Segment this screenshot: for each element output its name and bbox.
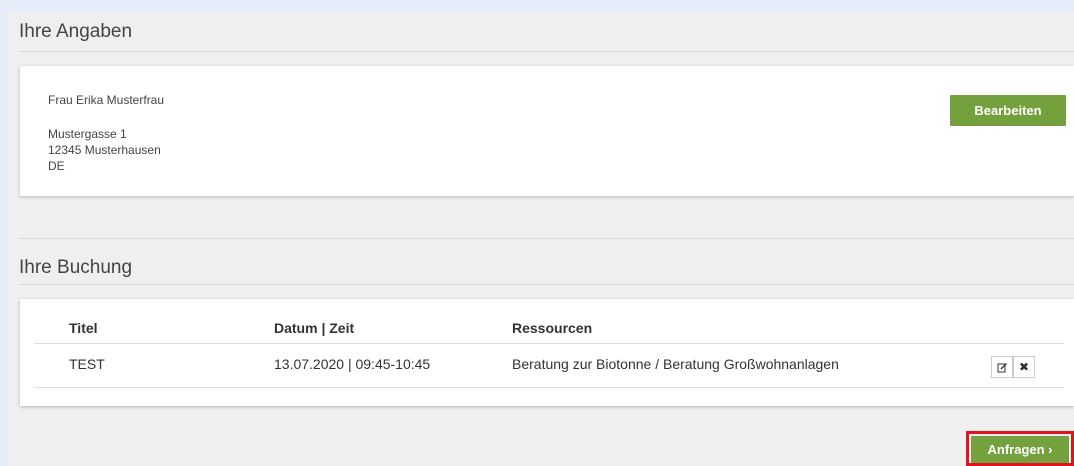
- address-country: DE: [48, 159, 65, 173]
- address-card: Frau Erika Musterfrau Mustergasse 1 1234…: [20, 66, 1074, 196]
- address-street: Mustergasse 1: [48, 127, 127, 141]
- angaben-heading: Ihre Angaben: [19, 21, 133, 42]
- edit-address-button[interactable]: Bearbeiten: [950, 95, 1066, 126]
- row-titel: TEST: [69, 356, 105, 372]
- main-panel: Ihre Angaben Frau Erika Musterfrau Muste…: [8, 13, 1074, 466]
- buchung-divider: [19, 284, 1074, 285]
- table-row-divider: [34, 387, 1064, 388]
- delete-icon: ✖: [1018, 360, 1030, 374]
- delete-booking-button[interactable]: ✖: [1013, 356, 1035, 378]
- edit-icon: [997, 362, 1007, 372]
- anfragen-button[interactable]: Anfragen ›: [971, 436, 1069, 463]
- column-header-ressourcen: Ressourcen: [512, 320, 593, 336]
- buchung-heading: Ihre Buchung: [19, 257, 133, 278]
- table-header-divider: [34, 343, 1064, 344]
- row-datum: 13.07.2020 | 09:45-10:45: [274, 356, 431, 372]
- column-header-titel: Titel: [69, 320, 98, 336]
- edit-booking-button[interactable]: [991, 356, 1013, 378]
- customer-name: Frau Erika Musterfrau: [48, 93, 165, 107]
- section-divider: [19, 238, 1074, 239]
- column-header-datum: Datum | Zeit: [274, 320, 355, 336]
- booking-card: Titel Datum | Zeit Ressourcen TEST 13.07…: [20, 299, 1074, 406]
- row-ressourcen: Beratung zur Biotonne / Beratung Großwoh…: [512, 356, 839, 372]
- angaben-divider: [19, 51, 1074, 52]
- address-city: 12345 Musterhausen: [48, 143, 161, 157]
